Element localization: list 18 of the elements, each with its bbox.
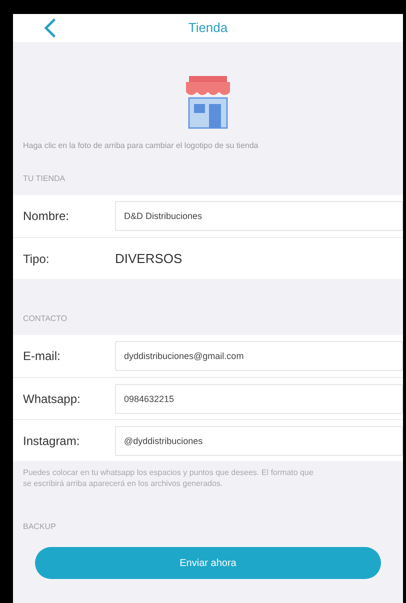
input-field[interactable]: 0984632215 [115,384,403,414]
field-label: Instagram: [23,432,81,450]
input-field[interactable]: dyddistribuciones@gmail.com [115,341,403,371]
section-header: BACKUP [23,522,56,531]
logo-hint: Haga clic en la foto de arriba para cambiar el logotipo de su tienda [23,140,260,151]
field-label: Nombre: [23,208,70,225]
store-icon[interactable] [183,74,233,130]
field-label: E-mail: [23,348,62,365]
back-icon[interactable] [43,18,57,38]
page-title: Tienda [188,19,228,38]
input-field[interactable]: @dyddistribuciones [115,426,403,456]
field-label: Tipo: [23,250,50,268]
section-header: TU TIENDA [23,174,66,183]
field-label: Whatsapp: [23,390,82,408]
section-header: CONTACTO [23,314,68,323]
format-note: Puedes colocar en tu whatsapp los espacios y puntos que desees. El formato que se escribirá arriba aparecerá en los archivos generados. [23,467,314,489]
input-field[interactable]: D&D Distribuciones [115,201,403,231]
type-picker[interactable]: DIVERSOS [115,248,182,268]
